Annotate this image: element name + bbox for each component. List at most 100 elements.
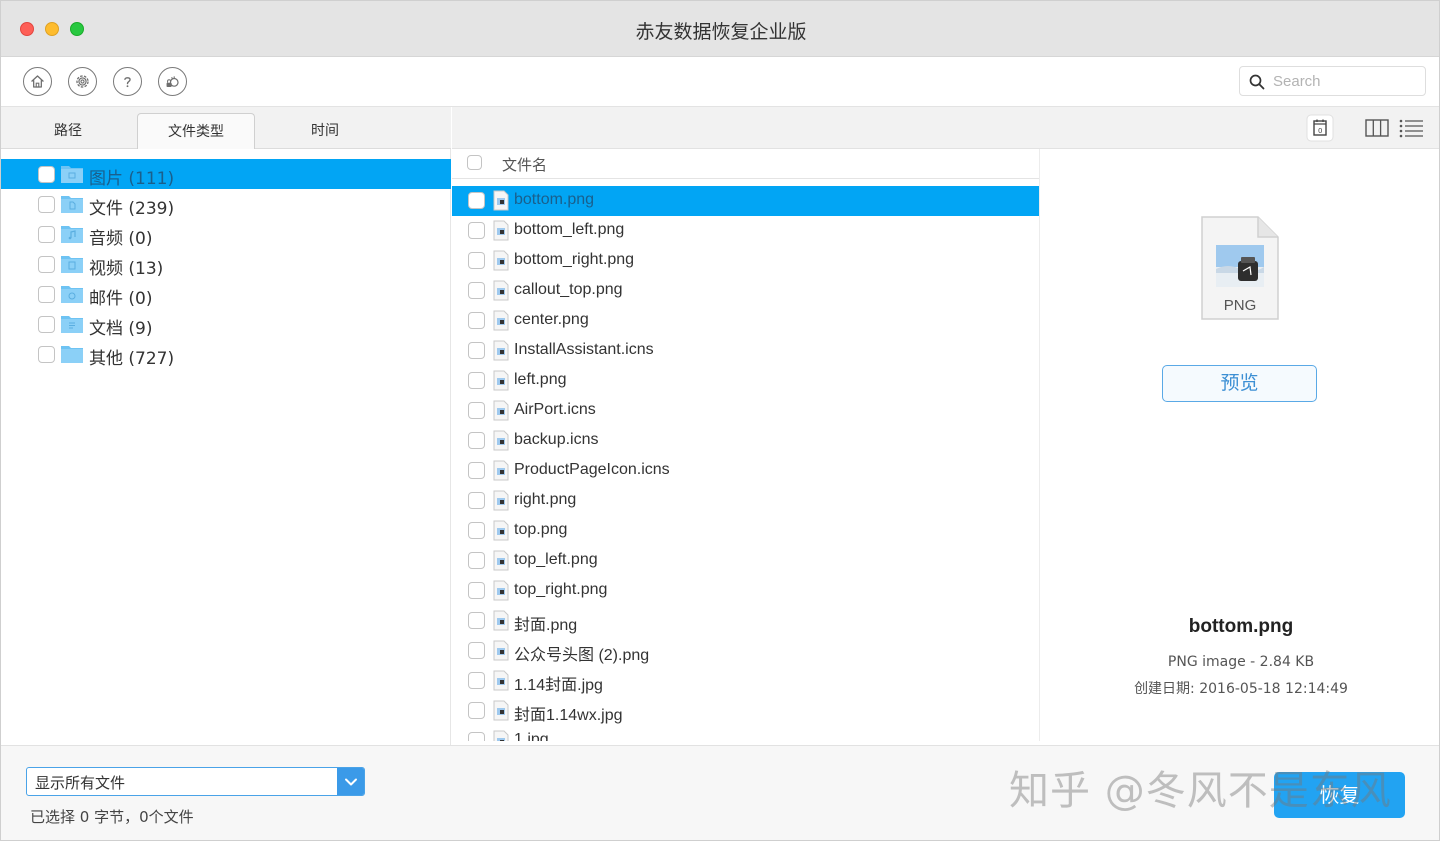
search-box[interactable] [1239, 66, 1426, 96]
file-row[interactable]: top_right.png [452, 576, 1039, 606]
file-checkbox[interactable] [468, 372, 485, 389]
dropdown-arrow[interactable] [337, 768, 364, 795]
tree-item-audio[interactable]: 音频 (0) [1, 219, 451, 249]
tree-item-documents[interactable]: 文档 (9) [1, 309, 451, 339]
search-input[interactable] [1273, 71, 1418, 92]
file-row[interactable]: bottom_right.png [452, 246, 1039, 276]
tree-item-images[interactable]: 图片 (111) [1, 159, 451, 189]
preview-panel: PNG 预览 bottom.png PNG image - 2.84 KB 创建… [1041, 149, 1439, 745]
help-button[interactable] [113, 67, 142, 96]
home-button[interactable] [23, 67, 52, 96]
image-file-icon [493, 190, 509, 211]
file-checkbox[interactable] [468, 432, 485, 449]
image-file-icon [493, 520, 509, 541]
tree-item-video[interactable]: 视频 (13) [1, 249, 451, 279]
preview-button[interactable]: 预览 [1162, 365, 1317, 402]
file-checkbox[interactable] [468, 252, 485, 269]
tree-item-label: 其他 (727) [89, 349, 175, 369]
image-file-icon [493, 670, 509, 691]
tab-path[interactable]: 路径 [9, 113, 127, 149]
tree-item-checkbox[interactable] [38, 256, 55, 273]
file-row[interactable]: 封面.png [452, 606, 1039, 636]
file-filter-dropdown[interactable]: 显示所有文件 [26, 767, 365, 796]
mail-folder-icon [61, 286, 83, 303]
file-row[interactable]: 公众号头图 (2).png [452, 636, 1039, 666]
file-name: backup.icns [514, 431, 599, 448]
file-name: center.png [514, 311, 589, 328]
settings-button[interactable] [68, 67, 97, 96]
file-row[interactable]: bottom.png [452, 186, 1039, 216]
file-name: 封面1.14wx.jpg [514, 707, 623, 724]
file-name: 1.jpg [514, 731, 549, 741]
png-icon-label: PNG [1223, 297, 1257, 314]
file-name: 公众号头图 (2).png [514, 647, 650, 664]
chevron-down-icon [344, 778, 357, 785]
file-row[interactable]: 封面1.14wx.jpg [452, 696, 1039, 726]
tree-item-other[interactable]: 其他 (727) [1, 339, 451, 369]
image-file-icon [493, 700, 509, 721]
file-row[interactable]: top.png [452, 516, 1039, 546]
tree-item-checkbox[interactable] [38, 166, 55, 183]
file-row[interactable]: right.png [452, 486, 1039, 516]
select-all-checkbox[interactable] [467, 155, 482, 170]
image-file-icon [493, 550, 509, 571]
tree-item-label: 图片 (111) [89, 169, 175, 189]
file-checkbox[interactable] [468, 462, 485, 479]
tab-time[interactable]: 时间 [266, 113, 384, 149]
document-folder-icon [61, 316, 83, 333]
tree-item-files[interactable]: 文件 (239) [1, 189, 451, 219]
column-header-file-name[interactable]: 文件名 [502, 154, 547, 175]
file-checkbox[interactable] [468, 582, 485, 599]
file-row[interactable]: left.png [452, 366, 1039, 396]
file-row[interactable]: bottom_left.png [452, 216, 1039, 246]
file-checkbox[interactable] [468, 192, 485, 209]
file-checkbox[interactable] [468, 522, 485, 539]
file-name: top.png [514, 521, 568, 538]
tree-item-checkbox[interactable] [38, 316, 55, 333]
file-name: 封面.png [514, 617, 578, 634]
category-panel: 路径 文件类型 时间 图片 (111) 文件 (239) 音频 (0) 视频 (… [1, 107, 451, 745]
other-folder-icon [61, 346, 83, 363]
image-file-icon [493, 400, 509, 421]
file-checkbox[interactable] [468, 732, 485, 741]
audio-folder-icon [61, 226, 83, 243]
window-title: 赤友数据恢复企业版 [635, 21, 807, 43]
column-view-icon[interactable] [1362, 113, 1392, 143]
file-checkbox[interactable] [468, 552, 485, 569]
lock-scan-button[interactable] [158, 67, 187, 96]
tree-item-checkbox[interactable] [38, 346, 55, 363]
file-checkbox[interactable] [468, 282, 485, 299]
file-checkbox[interactable] [468, 402, 485, 419]
tree-item-checkbox[interactable] [38, 226, 55, 243]
file-checkbox[interactable] [468, 312, 485, 329]
list-view-icon[interactable] [1396, 113, 1426, 143]
file-checkbox[interactable] [468, 222, 485, 239]
file-checkbox[interactable] [468, 702, 485, 719]
file-row[interactable]: center.png [452, 306, 1039, 336]
tree-item-mail[interactable]: 邮件 (0) [1, 279, 451, 309]
watermark: 知乎 @冬风不是东风 [1009, 768, 1392, 814]
file-checkbox[interactable] [468, 672, 485, 689]
file-row[interactable]: callout_top.png [452, 276, 1039, 306]
tree-item-checkbox[interactable] [38, 196, 55, 213]
file-checkbox[interactable] [468, 642, 485, 659]
tab-file-type[interactable]: 文件类型 [137, 113, 255, 149]
calendar-view-icon[interactable]: 0 [1305, 113, 1335, 143]
app-window: 赤友数据恢复企业版 路径 文件类型 时间 图 [0, 0, 1440, 841]
file-row[interactable]: InstallAssistant.icns [452, 336, 1039, 366]
tree-item-checkbox[interactable] [38, 286, 55, 303]
image-file-icon [493, 460, 509, 481]
file-row[interactable]: 1.jpg [452, 726, 1039, 741]
file-folder-icon [61, 196, 83, 213]
file-row[interactable]: backup.icns [452, 426, 1039, 456]
file-checkbox[interactable] [468, 492, 485, 509]
file-row[interactable]: 1.14封面.jpg [452, 666, 1039, 696]
file-row[interactable]: AirPort.icns [452, 396, 1039, 426]
image-file-icon [493, 490, 509, 511]
file-row[interactable]: ProductPageIcon.icns [452, 456, 1039, 486]
file-row[interactable]: top_left.png [452, 546, 1039, 576]
preview-file-info: PNG image - 2.84 KB [1167, 654, 1315, 670]
file-checkbox[interactable] [468, 612, 485, 629]
file-checkbox[interactable] [468, 342, 485, 359]
file-name: top_left.png [514, 551, 598, 568]
